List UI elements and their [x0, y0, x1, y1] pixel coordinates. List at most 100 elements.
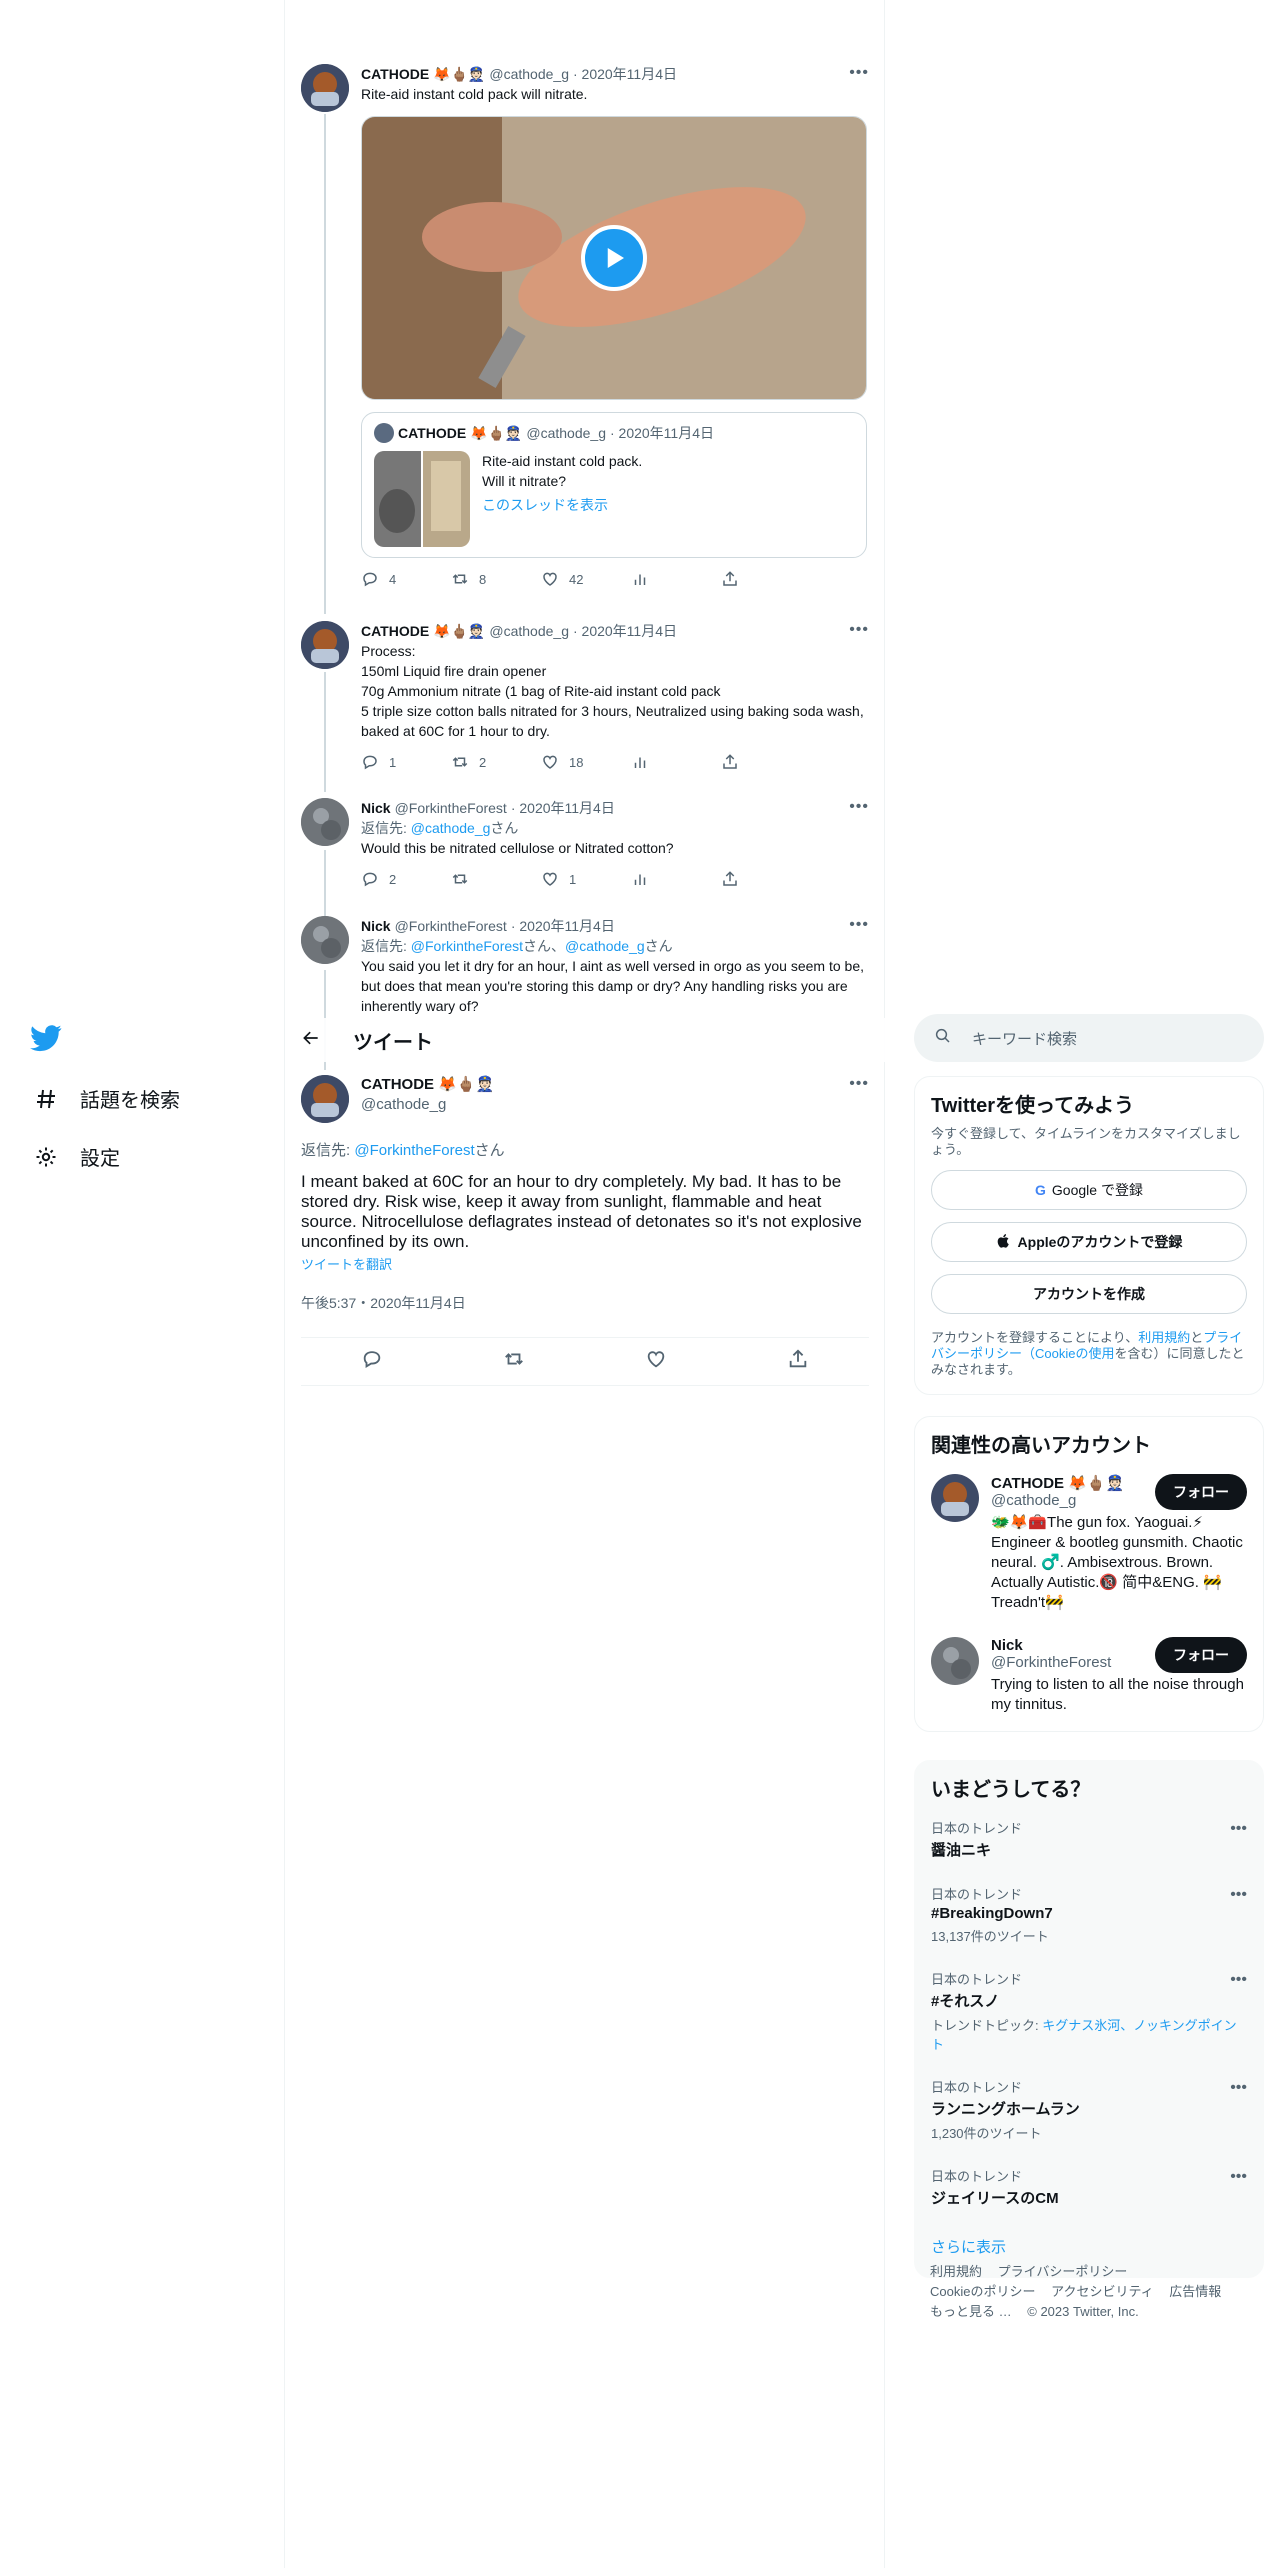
author-handle[interactable]: @cathode_g — [361, 1095, 869, 1115]
trend-item[interactable]: 日本のトレンド #それスノ トレンドトピック: キグナス氷河、ノッキングポイント… — [915, 1957, 1263, 2065]
retweet-button[interactable] — [503, 1348, 525, 1375]
thread-tweet[interactable]: CATHODE 🦊🖕🏽👮🏻 @cathode_g · 2020年11月4日 ••… — [301, 64, 869, 588]
author-name[interactable]: CATHODE 🦊🖕🏽👮🏻 — [361, 1075, 869, 1095]
retweet-button[interactable]: 2 — [451, 753, 511, 771]
more-icon[interactable]: ••• — [1230, 1886, 1247, 1904]
more-icon[interactable]: ••• — [849, 916, 869, 934]
share-button[interactable] — [787, 1348, 809, 1375]
thread-tweet[interactable]: Nick @ForkintheForest · 2020年11月4日 ••• 返… — [301, 916, 869, 1016]
analytics-button[interactable] — [631, 570, 691, 588]
author-name[interactable]: CATHODE 🦊🖕🏽👮🏻 — [361, 621, 485, 641]
tweet-date[interactable]: · 2020年11月4日 — [573, 64, 677, 84]
tweet-date[interactable]: · 2020年11月4日 — [511, 916, 615, 936]
like-button[interactable] — [645, 1348, 667, 1375]
like-button[interactable]: 1 — [541, 870, 601, 888]
nav-explore[interactable]: 話題を検索 — [32, 1084, 180, 1113]
share-button[interactable] — [721, 753, 781, 771]
legal-text: と — [1190, 1330, 1204, 1345]
more-icon[interactable]: ••• — [1230, 1820, 1247, 1838]
footer-privacy-link[interactable]: プライバシーポリシー — [998, 2264, 1128, 2279]
avatar[interactable] — [931, 1474, 979, 1522]
account-cell[interactable]: Nick @ForkintheForest Trying to listen t… — [915, 1625, 1263, 1719]
terms-link[interactable]: 利用規約 — [1138, 1330, 1190, 1345]
follow-button[interactable]: フォロー — [1155, 1474, 1247, 1510]
avatar[interactable] — [301, 1075, 349, 1123]
footer-terms-link[interactable]: 利用規約 — [930, 2264, 982, 2279]
reply-to-link[interactable]: @ForkintheForest — [354, 1142, 474, 1159]
tweet-video[interactable] — [361, 116, 867, 400]
tweet-text: You said you let it dry for an hour, I a… — [361, 958, 864, 1014]
avatar[interactable] — [301, 798, 349, 846]
trend-name: 醤油ニキ — [931, 1842, 992, 1859]
related-accounts-card: 関連性の高いアカウント CATHODE 🦊🖕🏽👮🏻 @cathode_g 🐲🦊🧰… — [914, 1416, 1264, 1732]
more-icon[interactable]: ••• — [1230, 2079, 1247, 2097]
author-handle[interactable]: @cathode_g — [489, 621, 569, 641]
analytics-button[interactable] — [631, 753, 691, 771]
footer-cookies-link[interactable]: Cookieのポリシー — [930, 2284, 1035, 2299]
author-handle[interactable]: @cathode_g — [489, 64, 569, 84]
thread-tweet[interactable]: Nick @ForkintheForest · 2020年11月4日 ••• 返… — [301, 798, 869, 888]
search-placeholder[interactable]: キーワード検索 — [972, 1028, 1077, 1049]
footer-accessibility-link[interactable]: アクセシビリティ — [1051, 2284, 1154, 2299]
avatar[interactable] — [931, 1637, 979, 1685]
more-icon[interactable]: ••• — [1230, 1971, 1247, 1989]
footer-ads-link[interactable]: 広告情報 — [1169, 2284, 1221, 2299]
reply-to-link[interactable]: @ForkintheForest — [411, 938, 523, 954]
reply-icon — [363, 1351, 381, 1368]
play-icon[interactable] — [581, 225, 647, 291]
share-button[interactable] — [721, 870, 781, 888]
author-name[interactable]: CATHODE 🦊🖕🏽👮🏻 — [361, 64, 485, 84]
footer-more-link[interactable]: もっと見る … — [930, 2304, 1012, 2319]
twitter-logo-icon[interactable] — [30, 1022, 66, 1058]
tweet-date[interactable]: · 2020年11月4日 — [573, 621, 677, 641]
more-icon[interactable]: ••• — [849, 798, 869, 816]
avatar[interactable] — [301, 64, 349, 112]
trend-item[interactable]: 日本のトレンド #BreakingDown7 13,137件のツイート ••• — [915, 1872, 1263, 1957]
share-icon — [789, 1349, 807, 1368]
follow-button[interactable]: フォロー — [1155, 1637, 1247, 1673]
more-icon[interactable]: ••• — [849, 1075, 869, 1093]
reply-to-link[interactable]: @cathode_g — [565, 938, 645, 954]
trend-item[interactable]: 日本のトレンド ジェイリースのCM ••• — [915, 2154, 1263, 2220]
tweet-timestamp[interactable]: 午後5:37・2020年11月4日 — [301, 1293, 869, 1313]
more-icon[interactable]: ••• — [849, 621, 869, 639]
author-handle[interactable]: @ForkintheForest — [395, 798, 507, 818]
heart-icon — [543, 755, 557, 769]
reply-button[interactable]: 1 — [361, 753, 421, 771]
like-button[interactable]: 42 — [541, 570, 601, 588]
more-icon[interactable]: ••• — [849, 64, 869, 82]
tweet-date[interactable]: · 2020年11月4日 — [511, 798, 615, 818]
analytics-button[interactable] — [631, 870, 691, 888]
nav-settings[interactable]: 設定 — [32, 1142, 120, 1171]
google-signup-button[interactable]: G Google で登録 — [931, 1170, 1247, 1210]
reply-to-link[interactable]: @cathode_g — [411, 820, 491, 836]
translate-link[interactable]: ツイートを翻訳 — [301, 1254, 869, 1273]
avatar[interactable] — [301, 621, 349, 669]
create-account-button[interactable]: アカウントを作成 — [931, 1274, 1247, 1314]
avatar[interactable] — [301, 916, 349, 964]
author-name[interactable]: Nick — [361, 798, 391, 818]
reply-icon — [363, 572, 377, 587]
quoted-tweet[interactable]: CATHODE 🦊🖕🏽👮🏻 @cathode_g · 2020年11月4日 Ri… — [361, 412, 867, 558]
page-header: ツイート — [285, 1018, 885, 1062]
gear-icon — [32, 1143, 60, 1171]
author-name[interactable]: Nick — [361, 916, 391, 936]
back-arrow-icon[interactable] — [301, 1028, 321, 1053]
retweet-button[interactable]: 8 — [451, 570, 511, 588]
thread-tweet[interactable]: CATHODE 🦊🖕🏽👮🏻 @cathode_g · 2020年11月4日 ••… — [301, 621, 869, 771]
share-button[interactable] — [721, 570, 781, 588]
retweet-button[interactable] — [451, 870, 511, 888]
account-cell[interactable]: CATHODE 🦊🖕🏽👮🏻 @cathode_g 🐲🦊🧰The gun fox.… — [915, 1458, 1263, 1625]
search-box[interactable]: キーワード検索 — [914, 1014, 1264, 1062]
apple-signup-button[interactable]: Appleのアカウントで登録 — [931, 1222, 1247, 1262]
trend-item[interactable]: 日本のトレンド ランニングホームラン 1,230件のツイート ••• — [915, 2065, 1263, 2154]
trend-item[interactable]: 日本のトレンド 醤油ニキ ••• — [915, 1806, 1263, 1872]
author-handle[interactable]: @ForkintheForest — [395, 916, 507, 936]
like-button[interactable]: 18 — [541, 753, 601, 771]
reply-button[interactable] — [361, 1348, 383, 1375]
reply-button[interactable]: 2 — [361, 870, 421, 888]
more-icon[interactable]: ••• — [1230, 2168, 1247, 2186]
reply-button[interactable]: 4 — [361, 570, 421, 588]
show-thread-link[interactable]: このスレッドを表示 — [482, 495, 642, 515]
trend-context: 日本のトレンド — [931, 2169, 1023, 2184]
